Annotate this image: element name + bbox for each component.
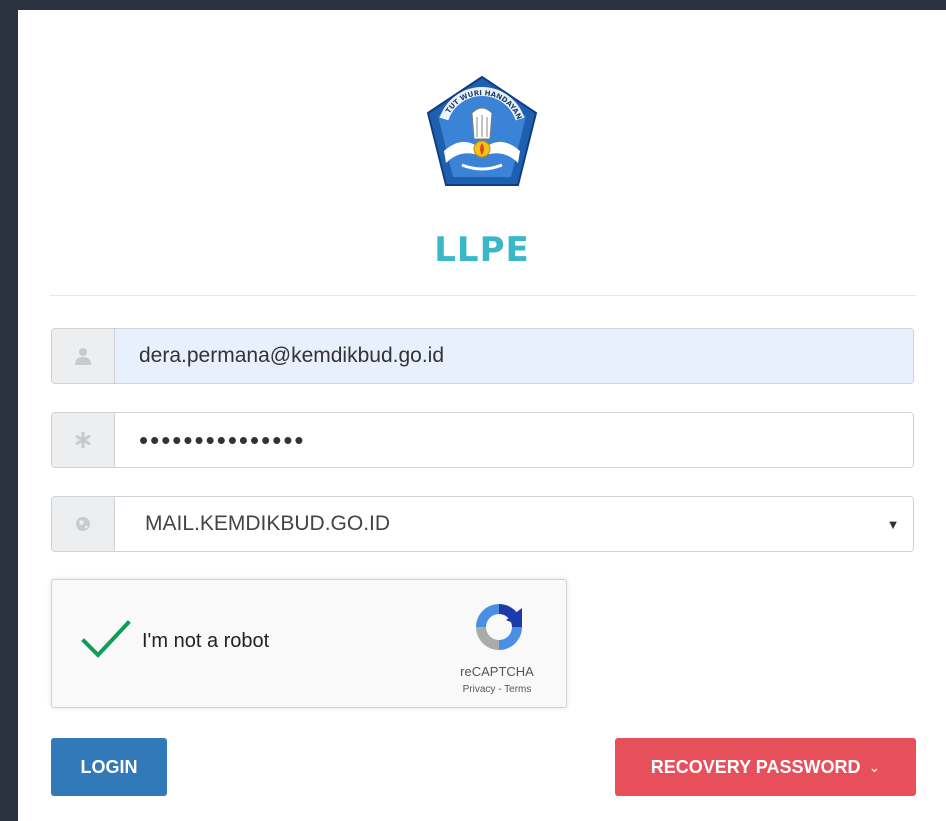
divider: [50, 295, 916, 296]
asterisk-icon: [52, 413, 115, 467]
recaptcha-label: I'm not a robot: [142, 630, 270, 652]
recaptcha-terms-link[interactable]: Terms: [504, 684, 531, 695]
login-card: TUT WURI HANDAYANI LLPE: [18, 10, 946, 821]
recaptcha-brand: reCAPTCHA: [460, 664, 534, 679]
recovery-password-label: RECOVERY PASSWORD: [650, 756, 861, 777]
caret-down-icon: ▼: [886, 516, 900, 532]
username-input-group: [51, 328, 914, 384]
username-input[interactable]: [115, 329, 913, 383]
globe-icon: [52, 497, 115, 551]
chevron-down-icon: ⌄: [868, 758, 881, 775]
recovery-password-button[interactable]: RECOVERY PASSWORD ⌄: [615, 738, 916, 796]
tut-wuri-handayani-logo: TUT WURI HANDAYANI: [422, 73, 538, 186]
user-icon: [52, 329, 115, 383]
login-button[interactable]: LOGIN: [51, 738, 167, 796]
server-select-value: MAIL.KEMDIKBUD.GO.ID: [145, 512, 391, 535]
recaptcha-widget: I'm not a robot reCAPTCHA Privacy - Term…: [51, 579, 567, 708]
recaptcha-separator: -: [495, 684, 505, 695]
server-select[interactable]: MAIL.KEMDIKBUD.GO.ID ▼: [51, 496, 914, 552]
password-input[interactable]: •••••••••••••••: [115, 413, 913, 467]
recaptcha-logo-icon: [476, 604, 522, 650]
app-title: LLPE: [434, 230, 530, 270]
password-input-group: •••••••••••••••: [51, 412, 914, 468]
checkmark-icon[interactable]: [80, 617, 132, 661]
recaptcha-privacy-link[interactable]: Privacy: [463, 684, 496, 695]
recaptcha-links: Privacy - Terms: [432, 684, 562, 695]
